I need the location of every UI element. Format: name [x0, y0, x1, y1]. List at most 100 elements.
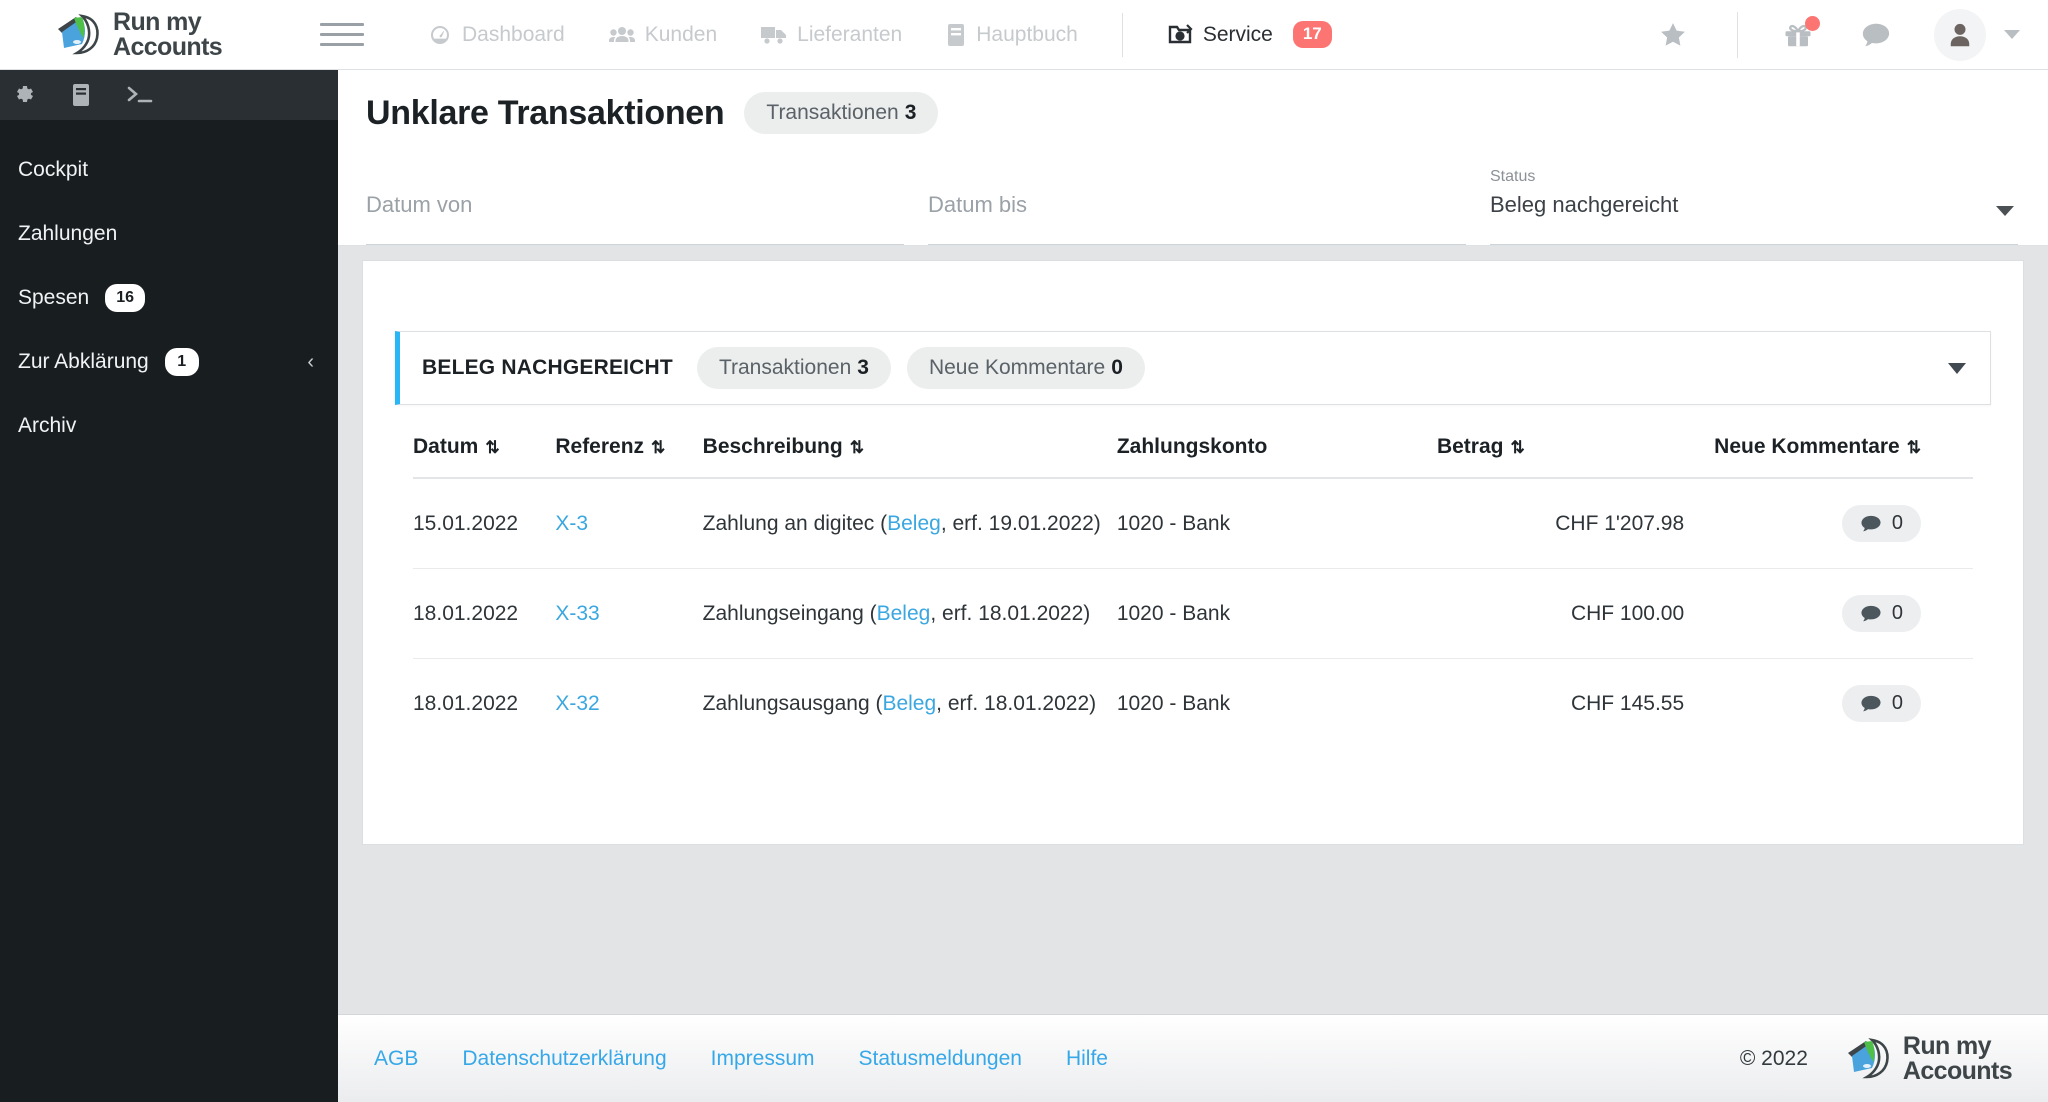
reference-link[interactable]: X-33 [555, 602, 599, 625]
star-icon[interactable] [1637, 20, 1709, 50]
reference-link[interactable]: X-3 [555, 512, 588, 535]
card-transaktionen-pill[interactable]: Transaktionen 3 [696, 347, 891, 389]
book-icon[interactable] [70, 83, 92, 107]
sidebar-menu: Cockpit Zahlungen Spesen 16 Zur Abklärun… [0, 120, 338, 458]
sort-icon-betrag: ⇅ [1510, 438, 1525, 457]
comment-icon [1861, 695, 1881, 711]
beleg-link[interactable]: Beleg [887, 512, 941, 535]
column-header-betrag[interactable]: Betrag ⇅ [1436, 435, 1715, 479]
logo-text-line2: Accounts [113, 32, 223, 61]
topbar-right-actions [1637, 8, 2048, 61]
nav-item-dashboard[interactable]: Dashboard [406, 23, 587, 47]
footer-right: © 2022 Run my Accounts [1739, 1034, 2013, 1083]
user-menu-chevron-down-icon[interactable] [2004, 30, 2020, 39]
chevron-left-icon[interactable]: ‹ [307, 351, 314, 374]
desc-prefix: Zahlung an digitec ( [702, 511, 888, 535]
beleg-link[interactable]: Beleg [877, 602, 931, 625]
card-kommentare-count: 0 [1111, 356, 1123, 379]
column-header-beschreibung[interactable]: Beschreibung ⇅ [702, 435, 1117, 479]
comment-count: 0 [1891, 602, 1903, 624]
cell-referenz: X-33 [555, 568, 703, 659]
column-header-referenz[interactable]: Referenz ⇅ [555, 435, 703, 479]
card-kommentare-pill[interactable]: Neue Kommentare 0 [906, 347, 1145, 389]
cell-datum: 15.01.2022 [413, 478, 556, 569]
page-transactions-pill-label: Transaktionen [766, 101, 899, 124]
comment-count: 0 [1891, 512, 1903, 534]
gear-icon[interactable] [12, 83, 36, 107]
copyright-text: © 2022 [1739, 1046, 1808, 1070]
avatar[interactable] [1934, 8, 1986, 61]
sidebar-label-spesen: Spesen [18, 286, 90, 309]
comment-count-badge[interactable]: 0 [1841, 505, 1921, 542]
footer-link-datenschutzerklaerung[interactable]: Datenschutzerklärung [462, 1047, 666, 1071]
column-label-neue-kommentare: Neue Kommentare [1714, 435, 1900, 458]
card-transaktionen-label: Transaktionen [718, 356, 852, 379]
nav-label-hauptbuch: Hauptbuch [976, 22, 1078, 46]
status-chevron-down-icon[interactable] [1996, 206, 2014, 216]
page-transactions-pill[interactable]: Transaktionen 3 [744, 92, 939, 134]
nav-label-dashboard: Dashboard [462, 22, 565, 46]
desc-prefix: Zahlungseingang ( [702, 601, 877, 625]
footer-link-hilfe[interactable]: Hilfe [1066, 1047, 1108, 1071]
cell-datum: 18.01.2022 [413, 568, 556, 659]
column-header-zahlungskonto: Zahlungskonto [1116, 435, 1437, 479]
sidebar-label-zahlungen: Zahlungen [18, 222, 118, 245]
datum-von-field[interactable]: Datum von [366, 168, 904, 245]
topbar-divider [1737, 11, 1738, 58]
chat-icon[interactable] [1844, 21, 1908, 49]
datum-bis-label [928, 168, 1466, 188]
card-transaktionen-count: 3 [857, 356, 869, 379]
nav-item-lieferanten[interactable]: Lieferanten [739, 23, 924, 47]
card-collapse-caret-down-icon[interactable] [1948, 362, 1966, 374]
gift-icon[interactable] [1766, 15, 1830, 50]
sidebar-item-spesen[interactable]: Spesen 16 [0, 266, 338, 330]
sidebar-item-zur-abklaerung[interactable]: Zur Abklärung 1 ‹ [0, 330, 338, 394]
comment-count-badge[interactable]: 0 [1841, 595, 1921, 632]
run-my-accounts-logo-icon [1842, 1036, 1894, 1082]
logo-text-line1: Run my [113, 8, 202, 36]
footer-link-impressum[interactable]: Impressum [711, 1047, 815, 1071]
card-kommentare-label: Neue Kommentare [928, 356, 1106, 379]
sidebar-label-cockpit: Cockpit [18, 158, 89, 181]
nav-item-kunden[interactable]: Kunden [587, 23, 739, 47]
sidebar-item-cockpit[interactable]: Cockpit [0, 138, 338, 202]
datum-bis-placeholder: Datum bis [928, 192, 1028, 217]
nav-divider [1121, 12, 1123, 57]
comment-count: 0 [1891, 692, 1903, 714]
datum-bis-field[interactable]: Datum bis [928, 168, 1466, 245]
app-logo[interactable]: Run my Accounts [0, 10, 260, 59]
table-row[interactable]: 18.01.2022 X-33 Zahlungseingang (Beleg, … [413, 568, 1973, 659]
reference-link[interactable]: X-32 [555, 692, 599, 715]
main-nav: Dashboard Kunden Lieferanten Hauptbuch S… [406, 12, 1354, 57]
menu-toggle-icon[interactable] [320, 23, 364, 46]
beleg-link[interactable]: Beleg [882, 692, 936, 715]
nav-item-hauptbuch[interactable]: Hauptbuch [924, 23, 1100, 47]
nav-item-service[interactable]: Service 17 [1145, 21, 1354, 48]
sidebar-label-archiv: Archiv [18, 414, 77, 437]
sidebar-item-archiv[interactable]: Archiv [0, 394, 338, 458]
cell-beschreibung: Zahlungseingang (Beleg, erf. 18.01.2022) [702, 568, 1117, 659]
cell-referenz: X-3 [555, 478, 703, 569]
table-row[interactable]: 15.01.2022 X-3 Zahlung an digitec (Beleg… [413, 478, 1973, 569]
ledger-icon [946, 23, 966, 47]
footer-link-statusmeldungen[interactable]: Statusmeldungen [859, 1047, 1022, 1071]
sort-icon-neue-kommentare: ⇅ [1906, 438, 1921, 457]
column-header-neue-kommentare[interactable]: Neue Kommentare ⇅ [1714, 435, 1973, 479]
cell-referenz: X-32 [555, 659, 702, 749]
nav-label-kunden: Kunden [644, 22, 718, 46]
card-header-beleg-nachgereicht[interactable]: BELEG NACHGEREICHT Transaktionen 3 Neue K… [395, 331, 1991, 405]
status-select[interactable]: Status Beleg nachgereicht [1490, 168, 2018, 245]
sidebar-item-zahlungen[interactable]: Zahlungen [0, 202, 338, 266]
datum-von-label [366, 168, 904, 188]
comment-count-badge[interactable]: 0 [1841, 685, 1921, 722]
sort-icon-datum: ⇅ [485, 438, 500, 457]
terminal-icon[interactable] [126, 84, 154, 106]
truck-icon [761, 24, 787, 46]
transactions-card: BELEG NACHGEREICHT Transaktionen 3 Neue K… [362, 260, 2024, 845]
users-icon [608, 23, 635, 47]
sidebar-badge-zur-abklaerung: 1 [164, 348, 199, 376]
column-header-datum[interactable]: Datum ⇅ [413, 435, 556, 479]
table-row[interactable]: 18.01.2022 X-32 Zahlungsausgang (Beleg, … [413, 659, 1973, 749]
footer-link-agb[interactable]: AGB [374, 1047, 418, 1071]
filter-bar: Datum von Datum bis Status Beleg nachger… [338, 146, 2048, 246]
